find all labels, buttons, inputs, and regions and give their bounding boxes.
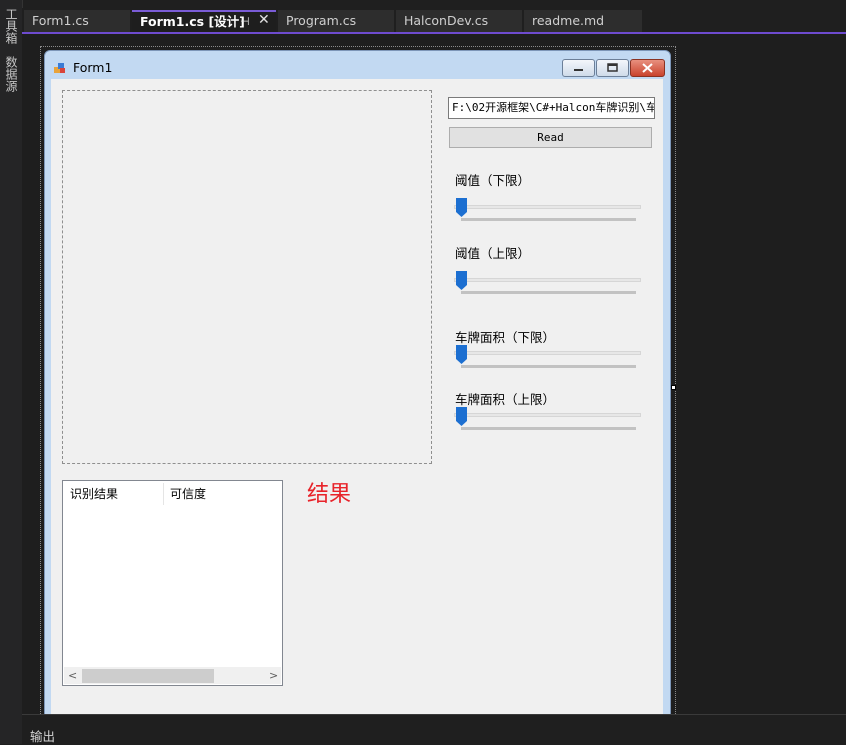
close-icon[interactable]: ✕ — [258, 11, 270, 30]
form-app-icon — [54, 63, 65, 73]
close-icon — [642, 63, 653, 73]
maximize-button[interactable] — [596, 59, 629, 77]
minimize-icon — [574, 69, 583, 71]
resize-handle[interactable] — [671, 385, 676, 390]
scroll-right-icon[interactable]: > — [269, 667, 278, 684]
form-title: Form1 — [73, 60, 113, 75]
threshold-max-track[interactable] — [454, 278, 641, 282]
path-textbox[interactable]: F:\02开源框架\C#+Halcon车牌识别\车 — [448, 97, 655, 119]
scrollbar-thumb[interactable] — [82, 669, 214, 683]
tab-label: Form1.cs [设计] — [140, 14, 245, 29]
column-header-result[interactable]: 识别结果 — [70, 481, 118, 507]
maximize-icon — [607, 63, 618, 72]
picture-box[interactable] — [62, 90, 432, 464]
horizontal-scrollbar[interactable]: < > — [64, 667, 281, 684]
editor-tab-strip: Form1.cs Form1.cs [设计] ⊣ ✕ Program.cs Ha… — [22, 8, 846, 32]
datasource-tab[interactable]: 数据源 — [3, 56, 20, 92]
tab-form1-cs[interactable]: Form1.cs — [24, 10, 130, 32]
plate-area-max-track[interactable] — [454, 413, 641, 417]
tab-label: readme.md — [532, 13, 605, 28]
form-title-bar[interactable]: Form1 — [45, 51, 670, 79]
plate-area-max-slider-thumb[interactable] — [456, 407, 467, 426]
plate-area-min-slider-thumb[interactable] — [456, 345, 467, 364]
tab-label: HalconDev.cs — [404, 13, 489, 28]
plate-area-min-scale — [461, 365, 636, 368]
scroll-left-icon[interactable]: < — [68, 667, 77, 684]
tab-program-cs[interactable]: Program.cs — [278, 10, 394, 32]
plate-area-min-label: 车牌面积（下限） — [455, 330, 556, 345]
toolbox-tab[interactable]: 工具箱 — [3, 8, 20, 44]
tab-readme-md[interactable]: readme.md — [524, 10, 642, 32]
result-label: 结果 — [307, 482, 352, 507]
pin-icon[interactable]: ⊣ — [240, 12, 250, 31]
output-tab[interactable]: 输出 — [30, 726, 55, 745]
column-header-confidence[interactable]: 可信度 — [170, 481, 206, 507]
tab-label: Program.cs — [286, 13, 357, 28]
read-button[interactable]: Read — [449, 127, 652, 148]
threshold-min-label: 阈值（下限） — [455, 173, 531, 188]
plate-area-max-label: 车牌面积（上限） — [455, 392, 556, 407]
plate-area-max-scale — [461, 427, 636, 430]
close-button[interactable] — [630, 59, 665, 77]
left-tool-strip: 工具箱 数据源 — [0, 0, 23, 744]
form-window[interactable]: Form1 F:\02开源框架\C#+Halcon车牌识别\车 Read 阈值（… — [44, 50, 671, 720]
minimize-button[interactable] — [562, 59, 595, 77]
tab-label: Form1.cs — [32, 13, 89, 28]
tab-halcondev-cs[interactable]: HalconDev.cs — [396, 10, 522, 32]
plate-area-min-track[interactable] — [454, 351, 641, 355]
output-panel-bar: 输出 — [22, 714, 846, 745]
threshold-max-scale — [461, 291, 636, 294]
threshold-min-scale — [461, 218, 636, 221]
threshold-max-slider-thumb[interactable] — [456, 271, 467, 290]
threshold-max-label: 阈值（上限） — [455, 246, 531, 261]
results-listview[interactable]: 识别结果 可信度 < > — [62, 480, 283, 686]
column-separator[interactable] — [163, 483, 164, 505]
threshold-min-slider-thumb[interactable] — [456, 198, 467, 217]
form-client-area: F:\02开源框架\C#+Halcon车牌识别\车 Read 阈值（下限） 阈值… — [51, 79, 663, 719]
threshold-min-track[interactable] — [454, 205, 641, 209]
tab-form1-designer[interactable]: Form1.cs [设计] ⊣ ✕ — [132, 10, 276, 32]
